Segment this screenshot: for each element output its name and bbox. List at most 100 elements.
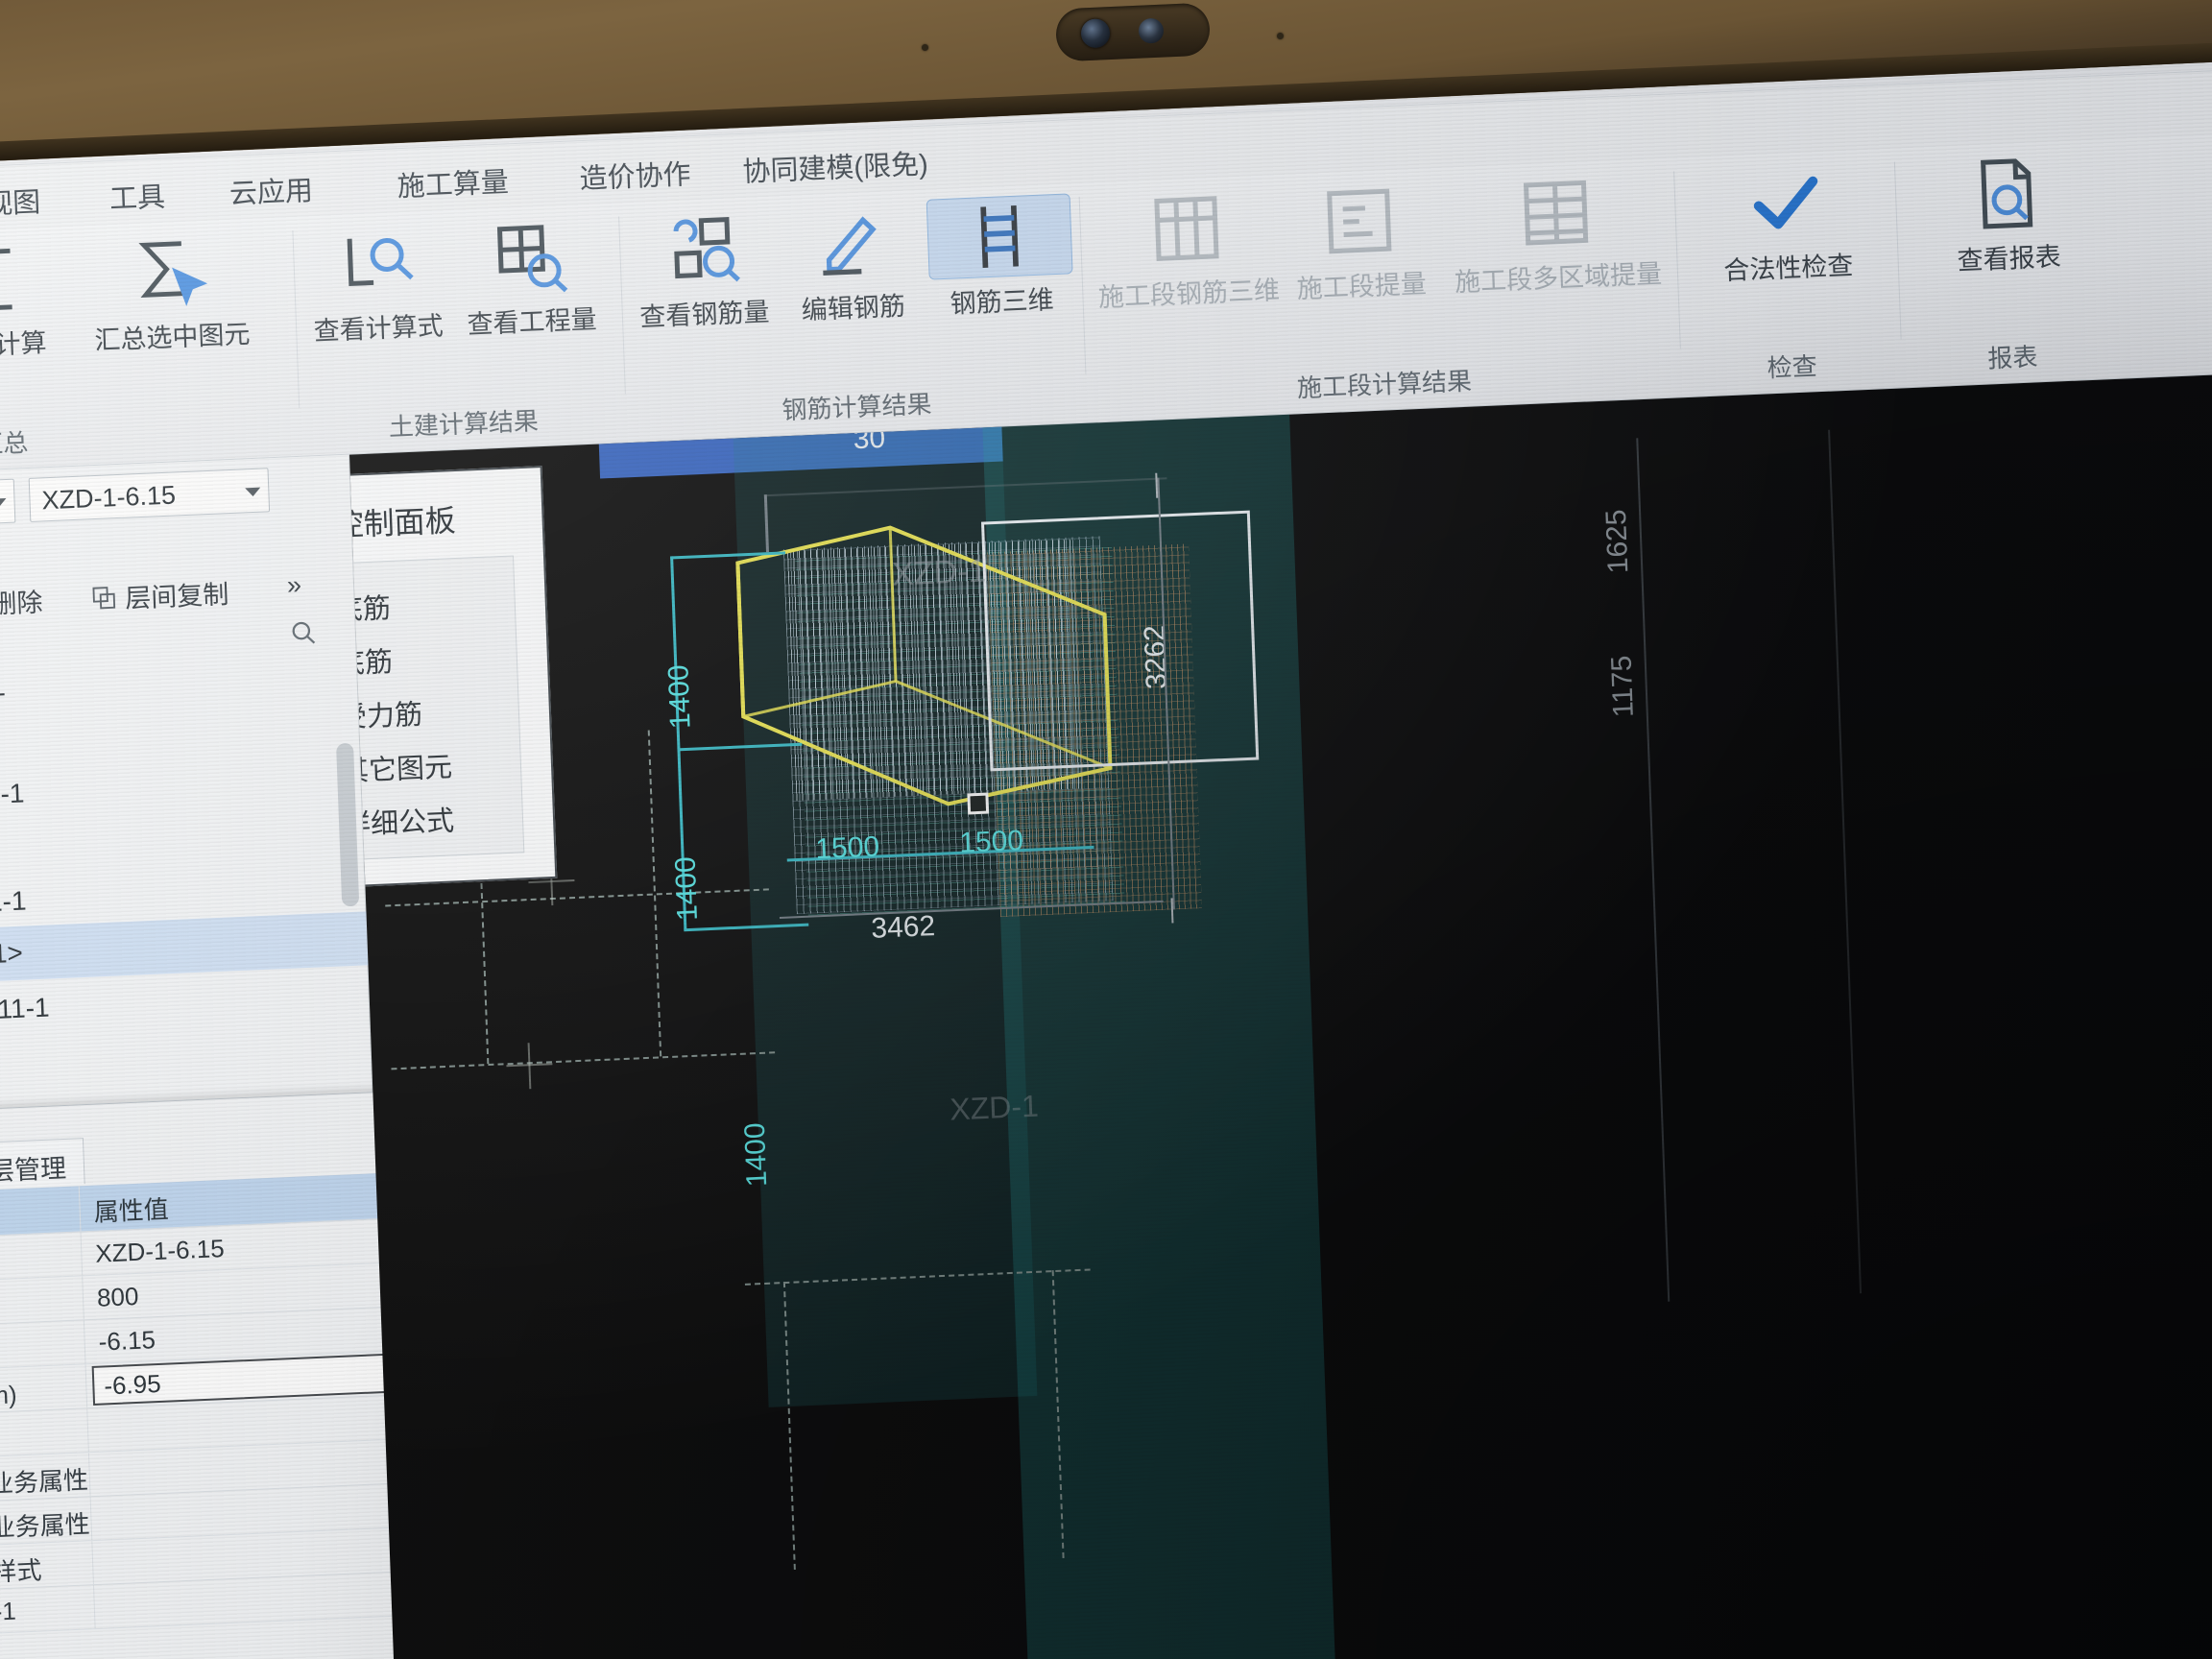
overflow-chevron-icon: » [286, 569, 302, 600]
ribbon-group-title: 土建计算结果 [388, 406, 540, 442]
property-window: × 表 图层管理 属性名称 属性值 称 XZD-1-6.15 度(mm) 800 [0, 1090, 426, 1659]
ribbon-button-rebar-3d[interactable]: 钢筋三维 [926, 193, 1075, 321]
property-group-label: 钢筋业务属性 [0, 1465, 89, 1501]
tab-cost-collaboration[interactable]: 造价协作 [579, 152, 691, 197]
tab-construction-quantity[interactable]: 施工算量 [397, 159, 509, 204]
ribbon-button-view-rebar-quantity[interactable]: 查看钢筋量 [629, 206, 778, 334]
property-key: 底标高(m) [0, 1364, 88, 1416]
ribbon-button-label: 查看计算式 [313, 311, 445, 347]
ribbon-button-label: 钢筋三维 [950, 285, 1055, 319]
tab-cloud-apps[interactable]: 云应用 [228, 168, 313, 212]
component-tree: (底) ZCT-9-1 0 <1> (底) ZCT-10-1 <7> (底) Z… [0, 643, 371, 1039]
cad-guide [391, 1051, 776, 1070]
property-group-label: 土建业务属性 [0, 1509, 91, 1545]
element-label: XZD-1 [891, 552, 987, 593]
checkbox-label: 横向底筋 [349, 592, 392, 629]
rebar-panel-checkbox-list: 横向底筋 纵向底筋 侧面受力筋 显示其它图元 显示详细公式 [349, 555, 525, 866]
dimension-label-1175: 1175 [1605, 654, 1640, 718]
ribbon-button-label: 查看报表 [1957, 242, 2062, 276]
ribbon-button-label: 编辑钢筋 [801, 291, 906, 325]
rebar-quantity-icon [629, 206, 776, 293]
3d-viewport[interactable]: 1400 1400 1500 1500 1400 30 3462 3262 16… [349, 369, 2212, 1659]
dimension-label-1625: 1625 [1599, 508, 1635, 574]
checkbox-label: 显示详细公式 [349, 805, 455, 844]
property-group-label: 显示样式 [0, 1555, 42, 1589]
layer-copy-icon [92, 586, 116, 609]
dimension-label-1400c: 1400 [738, 1121, 774, 1188]
dimension-label-1400a: 1400 [662, 663, 697, 730]
checkbox-row-show-detailed-formula[interactable]: 显示详细公式 [349, 788, 523, 854]
overflow-button[interactable]: » [286, 570, 301, 601]
rebar-display-control-panel[interactable]: 钢筋显示控制面板 横向底筋 纵向底筋 侧面受力筋 显示其它图元 显示详细公式 [349, 466, 558, 895]
checkbox-label: 显示其它图元 [349, 752, 453, 790]
ribbon-button-label: 合法性检查 [1722, 251, 1854, 286]
webcam-module [1054, 2, 1212, 62]
ribbon-button-label: 查看工程量 [467, 304, 598, 340]
ribbon-group-rebar-results: 查看钢筋量 编辑钢筋 钢筋三维 钢筋计算结果 [619, 183, 1089, 443]
check-mark-icon [1694, 158, 1879, 247]
camera-lens-icon [1080, 18, 1111, 49]
tab-view[interactable]: 视图 [0, 180, 41, 222]
component-name-combo[interactable]: XZD-1-6.15 [28, 468, 271, 522]
dimension-label-3462: 3462 [870, 910, 936, 945]
dimension-label-1500b: 1500 [958, 825, 1024, 859]
ribbon-group-title: 钢筋计算结果 [781, 389, 933, 425]
ribbon-button-edit-rebar[interactable]: 编辑钢筋 [778, 200, 926, 327]
ribbon-button-summary-calc[interactable]: 汇总计算 [0, 236, 67, 364]
dimension-label-3262: 3262 [1139, 624, 1173, 690]
element-label-2: XZD-1 [949, 1088, 1040, 1127]
tab-collaborative-modeling[interactable]: 协同建模(限免) [742, 142, 929, 190]
property-key: 备注 [0, 1408, 89, 1460]
segment-rebar-3d-icon [1090, 184, 1285, 273]
ribbon-button-label: 施工段多区域提量 [1454, 259, 1663, 298]
ribbon-button-summary-selected[interactable]: 汇总选中图元 [62, 228, 277, 358]
cad-gridline [1636, 438, 1671, 1302]
ribbon-button-validity-check[interactable]: 合法性检查 [1694, 158, 1880, 288]
laptop-screen-photo: 广联达BIM土建计量平台 GTJ2021 - [C:\Users\Adminis… [0, 0, 2212, 1659]
segment-multi-area-icon [1434, 167, 1677, 258]
ribbon-button-label: 汇总计算 [0, 328, 48, 362]
tab-layer-management[interactable]: 图层管理 [0, 1138, 85, 1190]
segment-quantity-icon [1276, 178, 1442, 265]
property-key: ZCT-11-1 [0, 1585, 96, 1637]
ribbon-button-segment-multi-area[interactable]: 施工段多区域提量 [1434, 167, 1678, 300]
checkbox-label: 侧面受力筋 [349, 699, 423, 736]
ribbon-button-view-quantity[interactable]: 查看工程量 [456, 213, 605, 341]
formula-search-icon [302, 220, 449, 306]
ribbon-button-segment-rebar-3d[interactable]: 施工段钢筋三维 [1090, 184, 1286, 314]
mic-hole-icon [1277, 33, 1284, 39]
ribbon-group-report: 查看报表 报表 [1894, 139, 2124, 389]
sigma-calc-icon [0, 236, 66, 323]
rebar-panel-title: 钢筋显示控制面板 [349, 502, 457, 548]
ribbon-group-check: 合法性检查 检查 [1674, 149, 1904, 398]
layer-copy-button[interactable]: 层间复制 [90, 573, 229, 616]
ribbon-group-title: 检查 [1767, 351, 1818, 383]
ribbon-button-label: 查看钢筋量 [638, 297, 770, 332]
mic-hole-icon [922, 44, 928, 51]
rebar-3d-icon [926, 193, 1073, 280]
layer-copy-label: 层间复制 [124, 580, 229, 613]
ribbon-group-summary: 汇总 汇总计算 [0, 217, 301, 479]
component-name-value: XZD-1-6.15 [40, 480, 177, 516]
component-type-combo[interactable]: 台 [0, 478, 16, 531]
tab-tools[interactable]: 工具 [108, 175, 166, 217]
chevron-down-icon [0, 497, 7, 508]
ribbon-group-civil-results: 查看计算式 查看工程量 土建计算结果 [293, 203, 628, 456]
ribbon-button-label: 施工段提量 [1296, 269, 1428, 304]
quantity-search-icon [456, 213, 603, 300]
property-key: 标高(m) [0, 1320, 86, 1372]
selection-handle[interactable] [967, 792, 990, 815]
component-selectors: 台 XZD-1-6.15 [0, 465, 351, 534]
property-header-key: 属性名称 [0, 1186, 82, 1239]
ribbon-button-segment-quantity[interactable]: 施工段提量 [1276, 178, 1443, 306]
selection-bounding-box [981, 510, 1260, 772]
dimension-label-1500a: 1500 [814, 830, 880, 866]
cad-gridline [1828, 429, 1863, 1294]
ribbon-group-segment-results: 施工段钢筋三维 施工段提量 施工段多区域提量 施工段计算结果 [1079, 157, 1683, 422]
delete-button[interactable]: 删除 [0, 581, 43, 622]
camera-sensor-icon [1138, 17, 1165, 44]
ribbon-button-view-report[interactable]: 查看报表 [1914, 150, 2101, 279]
property-grid: 属性名称 属性值 称 XZD-1-6.15 度(mm) 800 标高(m) -6… [0, 1171, 421, 1638]
delete-label: 删除 [0, 588, 43, 619]
ribbon-button-view-formula[interactable]: 查看计算式 [302, 220, 451, 348]
